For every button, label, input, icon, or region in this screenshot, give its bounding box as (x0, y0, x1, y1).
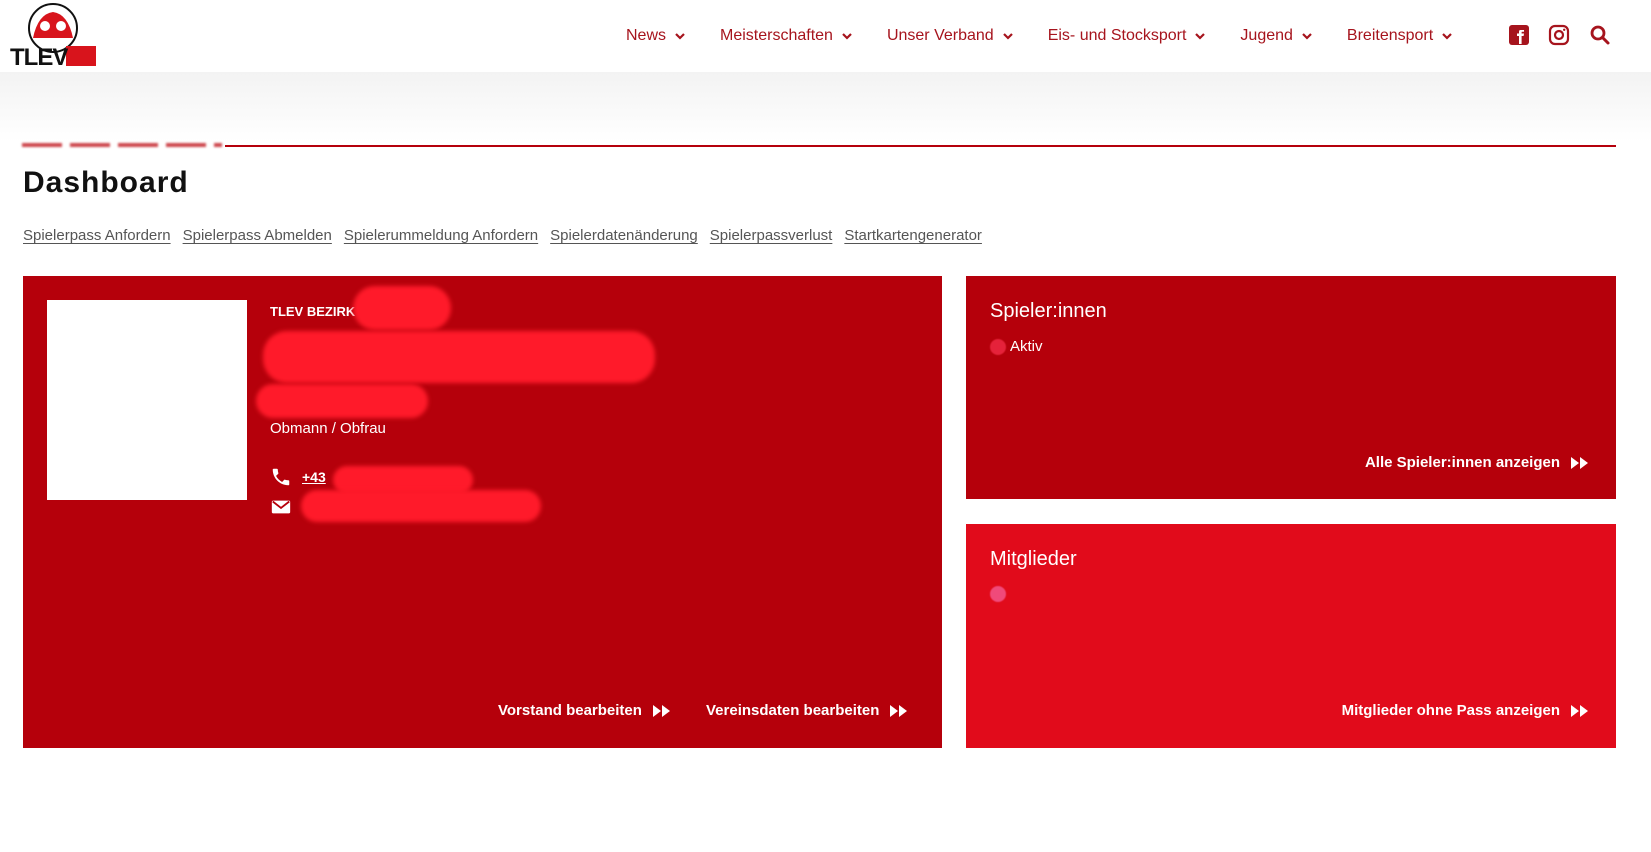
link-spielerdatenaenderung[interactable]: Spielerdatenänderung (550, 227, 698, 244)
redacted-count (990, 338, 1006, 355)
redacted-email (301, 490, 541, 522)
action-label: Mitglieder ohne Pass anzeigen (1341, 702, 1560, 719)
members-stat (990, 586, 1006, 602)
chevron-down-icon (1002, 33, 1013, 40)
logo-text: TLEV (10, 44, 68, 71)
redacted-district-name (353, 286, 451, 330)
fast-forward-icon (1571, 456, 1588, 469)
link-spielerummeldung-anfordern[interactable]: Spielerummeldung Anfordern (344, 227, 538, 244)
link-spielerpass-anfordern[interactable]: Spielerpass Anfordern (23, 227, 171, 244)
club-card: TLEV BEZIRK Obmann / Obfrau +43 Vorstand… (23, 276, 942, 748)
redacted-breadcrumb (22, 143, 222, 147)
chevron-down-icon (1302, 33, 1312, 40)
title-divider (225, 145, 1616, 147)
chevron-down-icon (1442, 33, 1452, 40)
chevron-down-icon (842, 33, 852, 40)
chevron-down-icon (1195, 33, 1206, 40)
redacted-club-name (263, 331, 655, 383)
tlev-logo[interactable]: TLEV (8, 2, 98, 71)
phone-icon (272, 468, 290, 486)
nav-news[interactable]: News (626, 27, 686, 45)
nav-label: Unser Verband (886, 27, 994, 44)
search-icon[interactable] (1588, 23, 1612, 47)
nav-label: Jugend (1240, 27, 1293, 44)
action-label: Vorstand bearbeiten (498, 702, 642, 719)
email-row[interactable] (270, 496, 292, 518)
players-title: Spieler:innen (990, 300, 1107, 322)
nav-eis-und-stocksport[interactable]: Eis- und Stocksport (1048, 27, 1207, 45)
link-spielerpass-abmelden[interactable]: Spielerpass Abmelden (183, 227, 332, 244)
dashboard-sublinks: Spielerpass Anfordern Spielerpass Abmeld… (23, 227, 982, 244)
instagram-icon[interactable] (1547, 23, 1571, 47)
page-title: Dashboard (23, 166, 189, 199)
action-label: Vereinsdaten bearbeiten (706, 702, 880, 719)
fast-forward-icon (890, 704, 908, 717)
nav-meisterschaften[interactable]: Meisterschaften (720, 27, 853, 45)
club-logo-placeholder (47, 300, 247, 500)
members-title: Mitglieder (990, 548, 1077, 570)
nav-unser-verband[interactable]: Unser Verband (887, 27, 1014, 45)
link-spielerpassverlust[interactable]: Spielerpassverlust (710, 227, 833, 244)
edit-club-data-button[interactable]: Vereinsdaten bearbeiten (706, 702, 909, 719)
nav-label: Meisterschaften (720, 27, 833, 44)
club-district: TLEV BEZIRK (270, 304, 355, 319)
show-all-players-button[interactable]: Alle Spieler:innen anzeigen (1365, 454, 1590, 471)
fast-forward-icon (652, 704, 670, 717)
main-nav: News Meisterschaften Unser Verband Eis- … (626, 24, 1453, 48)
club-prefix: TLEV BEZIRK (270, 304, 356, 319)
action-label: Alle Spieler:innen anzeigen (1364, 454, 1560, 471)
phone-row[interactable]: +43 (270, 466, 326, 488)
chevron-down-icon (675, 33, 685, 40)
nav-label: News (626, 27, 667, 44)
players-card: Spieler:innen Aktiv Alle Spieler:innen a… (966, 276, 1616, 499)
nav-jugend[interactable]: Jugend (1240, 27, 1313, 45)
players-status: Aktiv (1010, 338, 1043, 355)
site-header: TLEV News Meisterschaften Unser Verband … (0, 0, 1651, 72)
phone-value: +43 (302, 469, 326, 485)
redacted-contact-name (256, 384, 428, 418)
contact-role: Obmann / Obfrau (270, 420, 386, 437)
players-active-stat: Aktiv (990, 338, 1043, 355)
edit-board-button[interactable]: Vorstand bearbeiten (498, 702, 672, 719)
mail-icon (271, 500, 291, 514)
facebook-icon[interactable] (1507, 23, 1531, 47)
nav-label: Breitensport (1346, 27, 1434, 44)
redacted-count (990, 586, 1006, 602)
members-card: Mitglieder Mitglieder ohne Pass anzeigen (966, 524, 1616, 748)
fast-forward-icon (1571, 704, 1588, 717)
show-members-without-pass-button[interactable]: Mitglieder ohne Pass anzeigen (1342, 702, 1590, 719)
hero-band (0, 72, 1651, 142)
nav-breitensport[interactable]: Breitensport (1347, 27, 1453, 45)
link-startkartengenerator[interactable]: Startkartengenerator (844, 227, 982, 244)
nav-label: Eis- und Stocksport (1047, 27, 1187, 44)
